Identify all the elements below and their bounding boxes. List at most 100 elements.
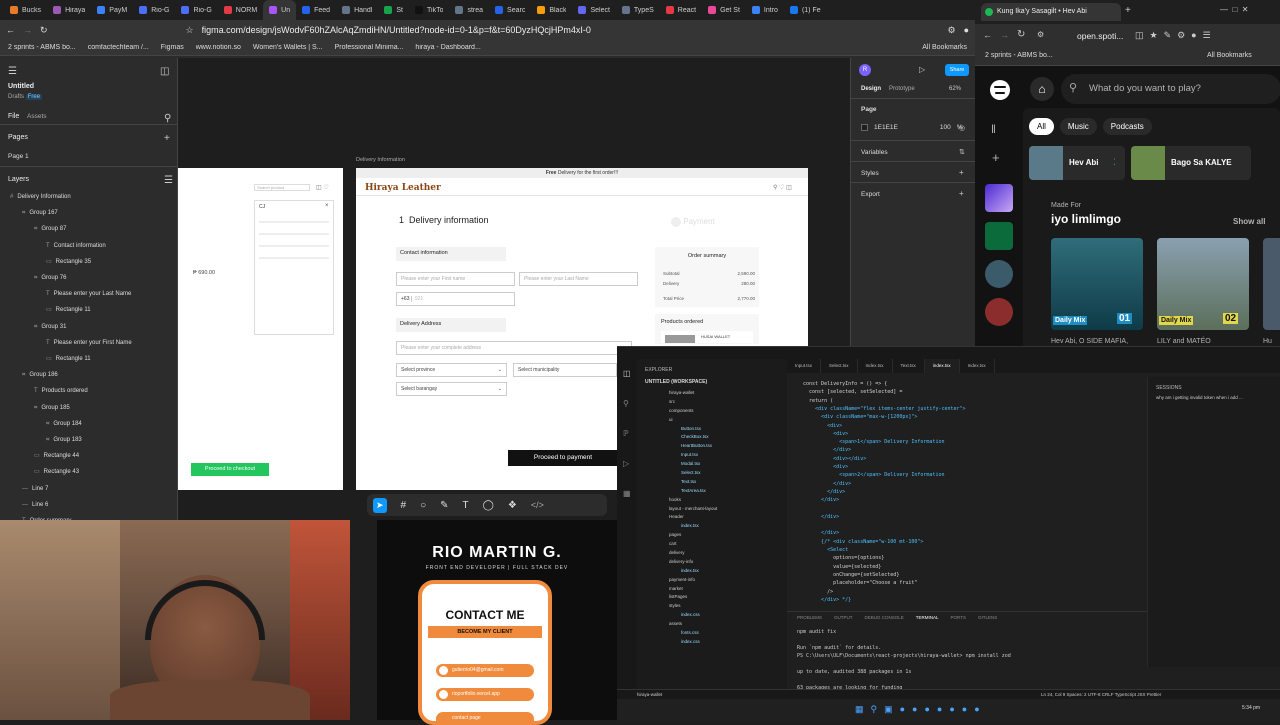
folder-item[interactable]: market — [637, 585, 787, 594]
artist-avatar[interactable] — [985, 260, 1013, 288]
editor-tab[interactable]: Input.tsx — [787, 359, 822, 373]
text-tool-icon[interactable]: T — [463, 500, 469, 511]
layer-item[interactable]: T Please enter your Last Name — [0, 289, 178, 299]
layer-item[interactable]: ⌗ Group 185 — [0, 403, 178, 413]
tab-design[interactable]: Design — [861, 86, 881, 92]
chat-session-item[interactable]: why am i getting invalid token when i ad… — [1156, 395, 1276, 400]
tab-handl[interactable]: Handl — [336, 0, 378, 20]
bookmark-item[interactable]: www.notion.so — [196, 44, 241, 51]
zoom-level[interactable]: 62% — [949, 86, 961, 92]
folder-item[interactable]: hiraya-wallet — [637, 389, 787, 398]
layers-options-icon[interactable]: ☰ — [164, 175, 173, 186]
tab-rio-g[interactable]: Rio-G — [133, 0, 175, 20]
tab-prototype[interactable]: Prototype — [889, 86, 915, 92]
cart-frame[interactable]: Search product ◫ ♡ CJ × ₱ 690.00 Proceed… — [178, 168, 343, 490]
layer-item[interactable]: ⌗ Group 186 — [0, 370, 178, 380]
quick-item-hev-abi[interactable]: Hev Abi ⁚ — [1029, 146, 1125, 180]
editor-tab[interactable]: Index.tsx — [960, 359, 995, 373]
source-control-icon[interactable]: ℙ — [623, 429, 629, 438]
add-style-icon[interactable]: + — [959, 168, 964, 177]
first-name-field[interactable]: Please enter your First name — [396, 272, 515, 286]
share-button[interactable]: Share — [945, 64, 969, 76]
comment-tool-icon[interactable]: ◯ — [483, 500, 494, 511]
move-tool-icon[interactable]: ➤ — [373, 497, 387, 513]
file-item[interactable]: index.tsx — [637, 567, 787, 576]
proceed-checkout-button[interactable]: Proceed to checkout — [191, 463, 269, 476]
reload-icon[interactable]: ↻ — [1017, 29, 1025, 40]
layer-item[interactable]: — Line 6 — [0, 500, 178, 510]
tab-searc[interactable]: Searc — [489, 0, 531, 20]
url-input[interactable]: figma.com/design/jsWodvF60hZAlcAqZmdiHN/… — [202, 25, 940, 35]
create-playlist-icon[interactable]: + — [992, 150, 1000, 165]
url-input[interactable]: open.spoti... — [1077, 31, 1123, 41]
profile-icon[interactable]: ● — [964, 25, 969, 35]
proceed-to-payment-button[interactable]: Proceed to payment — [508, 450, 618, 466]
bookmark-playlist-icon[interactable] — [985, 222, 1013, 250]
file-item[interactable]: index.css — [637, 611, 787, 620]
layer-item[interactable]: ▭ Rectangle 35 — [0, 257, 178, 267]
frame-tool-icon[interactable]: # — [401, 500, 407, 511]
municipality-select[interactable]: Select municipality — [513, 363, 617, 377]
page-item-page1[interactable]: Page 1 — [8, 153, 29, 160]
artist-avatar[interactable] — [985, 298, 1013, 326]
brand-logo[interactable]: Hiraya Leather — [365, 183, 441, 193]
file-item[interactable]: Modal.tsx — [637, 460, 787, 469]
tab--1-fe[interactable]: (1) Fe — [784, 0, 827, 20]
file-item[interactable]: index.css — [637, 638, 787, 647]
file-item[interactable]: CheckBox.tsx — [637, 433, 787, 442]
variables-heading[interactable]: Variables — [861, 149, 888, 156]
add-export-icon[interactable]: + — [959, 189, 964, 198]
folder-item[interactable]: src — [637, 398, 787, 407]
status-branch[interactable]: hiraya-wallet — [637, 692, 662, 697]
pen-tool-icon[interactable]: ✎ — [440, 500, 448, 511]
chip-music[interactable]: Music — [1059, 118, 1097, 135]
eye-icon[interactable]: ◎ — [959, 124, 965, 132]
file-item[interactable]: index.tsx — [637, 522, 787, 531]
tab-bucks[interactable]: Bucks — [4, 0, 47, 20]
folder-item[interactable]: ui — [637, 416, 787, 425]
back-icon[interactable]: ← — [983, 30, 992, 40]
file-item[interactable]: TextArea.tsx — [637, 487, 787, 496]
dev-mode-icon[interactable]: </> — [531, 500, 544, 510]
bookmark-item[interactable]: 2 sprints - ABMS bo... — [985, 52, 1053, 59]
folder-item[interactable]: components — [637, 407, 787, 416]
library-icon[interactable]: ‖ — [991, 122, 996, 136]
layer-item[interactable]: T Please enter your First Name — [0, 338, 178, 348]
site-info-icon[interactable]: ⚙ — [1037, 30, 1044, 39]
back-icon[interactable]: ← — [6, 25, 15, 35]
tab-feed[interactable]: Feed — [296, 0, 336, 20]
tab-strea[interactable]: strea — [449, 0, 489, 20]
folder-item[interactable]: cart — [637, 540, 787, 549]
layer-item[interactable]: ⌗ Group 184 — [0, 419, 178, 429]
tab-select[interactable]: Select — [572, 0, 615, 20]
terminal-tab[interactable]: PORTS — [951, 612, 966, 623]
daily-mix-2-card[interactable]: Daily Mix 02 — [1157, 238, 1249, 330]
folder-item[interactable]: delivery — [637, 549, 787, 558]
layer-item[interactable]: ▭ Rectangle 43 — [0, 467, 178, 477]
tab-black[interactable]: Black — [531, 0, 572, 20]
address-field[interactable]: Please enter your complete address — [396, 341, 632, 355]
forward-icon[interactable]: → — [1000, 30, 1009, 40]
tab-un[interactable]: Un — [263, 0, 297, 20]
explorer-icon[interactable]: ◫ — [623, 369, 631, 378]
window-controls[interactable]: — □ ✕ — [1220, 5, 1248, 14]
page-color-value[interactable]: 1E1E1E — [874, 124, 898, 131]
last-name-field[interactable]: Please enter your Last Name — [519, 272, 638, 286]
quick-item-bago-sa-kalye[interactable]: Bago Sa KALYE — [1131, 146, 1251, 180]
layer-item[interactable]: ▭ Rectangle 44 — [0, 451, 178, 461]
header-icons[interactable]: ⚲ ♡ ◫ — [773, 184, 792, 191]
file-item[interactable]: HeartButton.tsx — [637, 442, 787, 451]
layer-item[interactable]: # Delivery Information — [0, 192, 178, 202]
layer-item[interactable]: ⌗ Group 31 — [0, 322, 178, 332]
layer-item[interactable]: T Products ordered — [0, 386, 178, 396]
search-input[interactable]: Search product — [254, 184, 310, 191]
bookmark-item[interactable]: Figmas — [161, 44, 184, 51]
liked-songs-icon[interactable] — [985, 184, 1013, 212]
extension-icon[interactable]: ⚙ — [947, 25, 955, 36]
extensions-icon[interactable]: ▦ — [623, 489, 631, 498]
tab-types[interactable]: TypeS — [616, 0, 660, 20]
bookmark-item[interactable]: comfactechteam /... — [88, 44, 149, 51]
phone-field[interactable]: +63 921 — [396, 292, 515, 306]
barangay-select[interactable]: Select barangay ⌄ — [396, 382, 507, 396]
taskbar-icons[interactable]: ▦⚲▣●●●●●●● — [855, 704, 987, 715]
